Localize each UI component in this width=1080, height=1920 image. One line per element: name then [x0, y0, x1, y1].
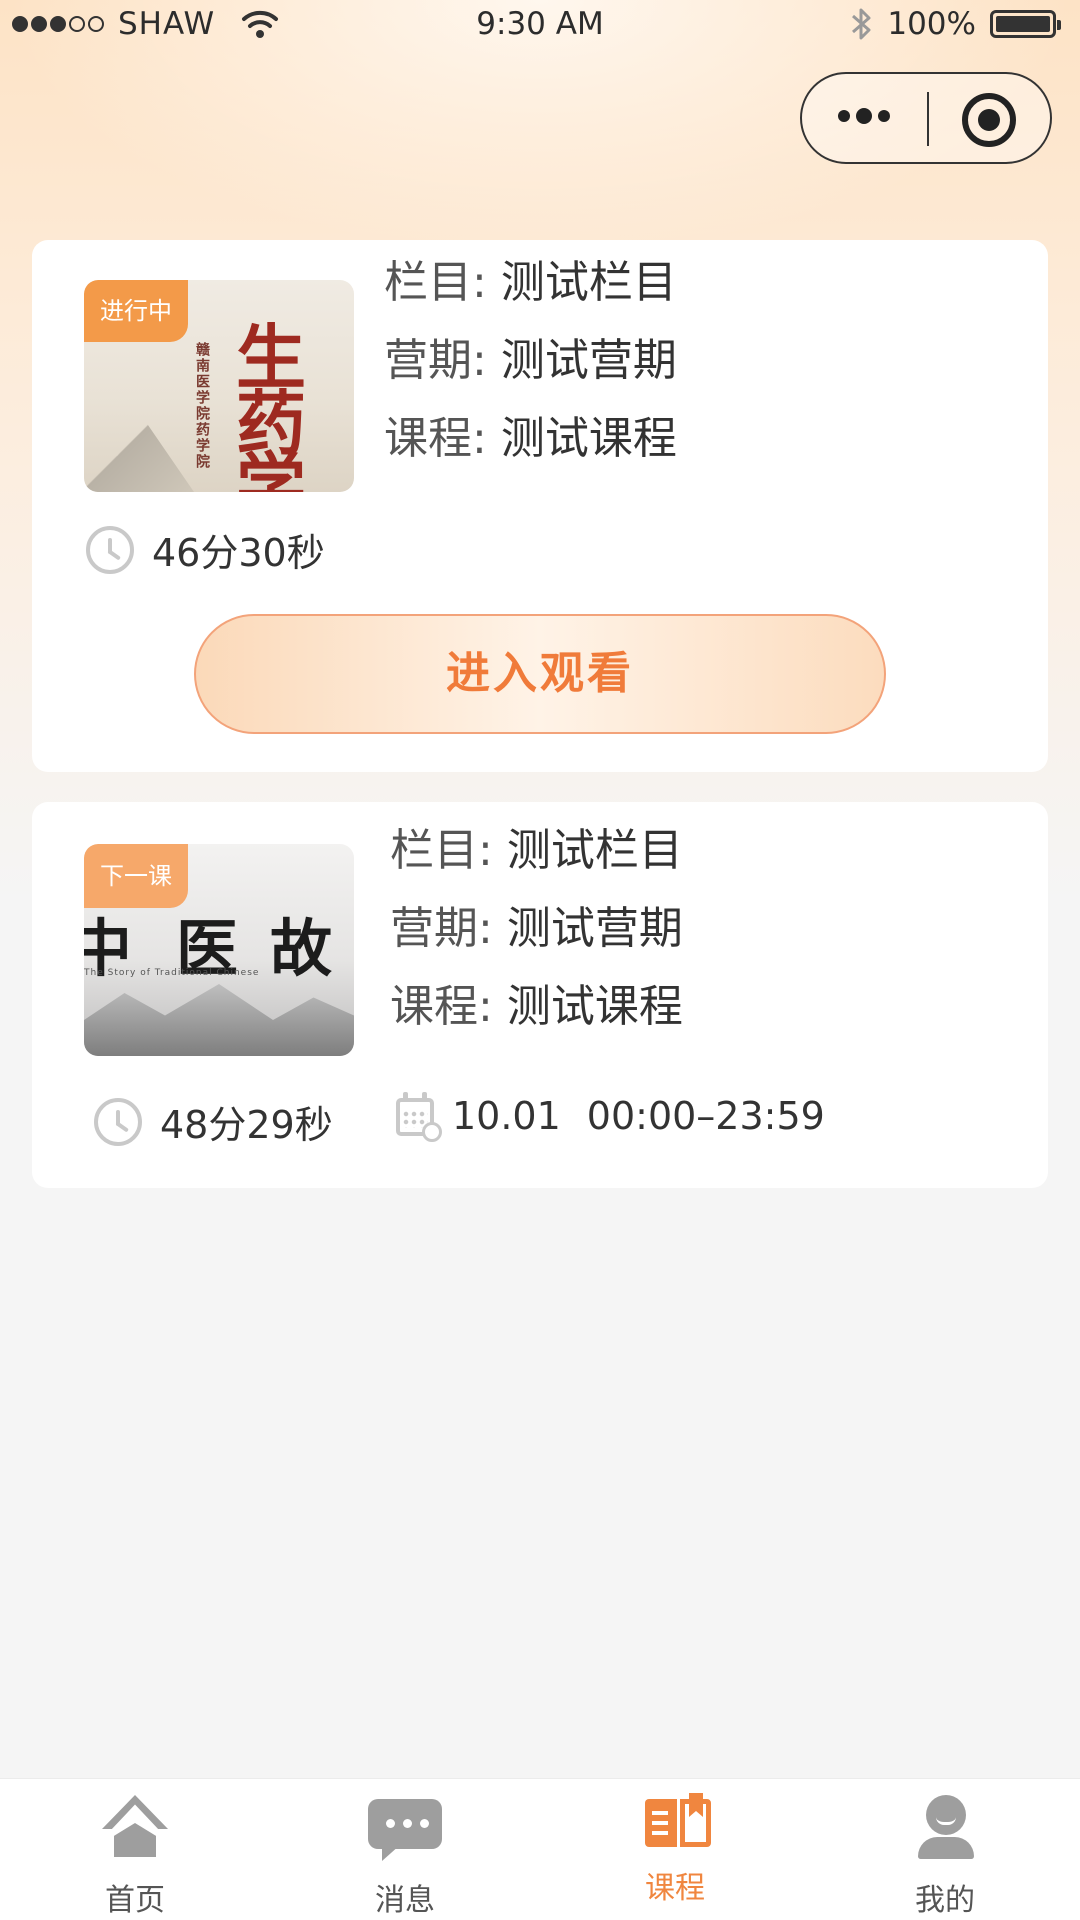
tab-home[interactable]: 首页	[0, 1779, 270, 1920]
camp-value: 测试营期	[506, 903, 683, 954]
status-bar: SHAW 9:30 AM 100%	[0, 0, 1080, 52]
schedule-date: 10.01	[452, 1094, 561, 1138]
lesson-thumbnail[interactable]: 中 医 故 The Story of Traditional Chinese 下…	[84, 844, 354, 1056]
calendar-icon	[394, 1092, 442, 1142]
course-row: 课程: 测试课程	[390, 968, 683, 1046]
tab-label: 我的	[915, 1883, 975, 1918]
message-icon	[368, 1799, 442, 1861]
clock-icon	[86, 525, 134, 574]
miniprogram-capsule	[800, 72, 1052, 164]
duration: 46分30秒	[86, 522, 325, 577]
tab-label: 课程	[645, 1871, 705, 1906]
tab-profile[interactable]: 我的	[810, 1779, 1080, 1920]
lesson-thumbnail[interactable]: 生 药 学 赣南医学院药学院 进行中	[84, 280, 354, 492]
clock-icon	[94, 1097, 142, 1146]
course-value: 测试课程	[506, 981, 683, 1032]
column-row: 栏目: 测试栏目	[390, 812, 683, 890]
camp-value: 测试营期	[500, 335, 677, 386]
schedule-time-range: 00:00–23:59	[586, 1094, 825, 1138]
column-row: 栏目: 测试栏目	[384, 244, 677, 322]
tab-label: 首页	[105, 1883, 165, 1918]
camp-row: 营期: 测试营期	[384, 322, 677, 400]
duration: 48分29秒	[94, 1094, 333, 1149]
duration-text: 46分30秒	[152, 531, 325, 575]
schedule: 10.01 00:00–23:59	[394, 1092, 825, 1142]
column-value: 测试栏目	[500, 257, 677, 308]
thumbnail-title-char: 学	[236, 444, 306, 492]
thumbnail-subtitle: The Story of Traditional Chinese	[84, 968, 260, 978]
column-label: 栏目:	[390, 825, 493, 876]
status-badge: 进行中	[84, 280, 188, 342]
more-icon[interactable]	[838, 108, 890, 124]
tab-courses[interactable]: 课程	[540, 1779, 810, 1920]
capsule-divider	[927, 92, 929, 146]
column-label: 栏目:	[384, 257, 487, 308]
tab-label: 消息	[375, 1883, 435, 1918]
status-badge: 下一课	[84, 844, 188, 908]
course-label: 课程:	[390, 981, 493, 1032]
camp-label: 营期:	[384, 335, 487, 386]
course-label: 课程:	[384, 413, 487, 464]
lesson-card-current[interactable]: 生 药 学 赣南医学院药学院 进行中 栏目: 测试栏目 营期: 测试营期 课程:…	[32, 240, 1048, 772]
bottom-tab-bar: 首页 消息 课程 我的	[0, 1778, 1080, 1920]
tab-messages[interactable]: 消息	[270, 1779, 540, 1920]
lesson-info: 栏目: 测试栏目 营期: 测试营期 课程: 测试课程	[384, 244, 677, 478]
camp-row: 营期: 测试营期	[390, 890, 683, 968]
course-row: 课程: 测试课程	[384, 400, 677, 478]
camp-label: 营期:	[390, 903, 493, 954]
profile-icon	[918, 1795, 974, 1861]
status-right: 100%	[849, 6, 1061, 42]
bluetooth-icon	[852, 8, 871, 40]
close-target-icon[interactable]	[962, 93, 1016, 147]
battery-percent: 100%	[887, 6, 976, 42]
enter-watch-button[interactable]: 进入观看	[194, 614, 886, 734]
lesson-info: 栏目: 测试栏目 营期: 测试营期 课程: 测试课程	[390, 812, 683, 1046]
thumbnail-subtitle: 赣南医学院药学院	[194, 342, 210, 470]
battery-icon	[990, 10, 1061, 38]
course-icon	[645, 1793, 711, 1851]
duration-text: 48分29秒	[160, 1103, 333, 1147]
column-value: 测试栏目	[506, 825, 683, 876]
course-value: 测试课程	[500, 413, 677, 464]
lesson-card-next[interactable]: 中 医 故 The Story of Traditional Chinese 下…	[32, 802, 1048, 1188]
home-icon	[102, 1795, 168, 1861]
thumbnail-mountain	[84, 420, 194, 492]
